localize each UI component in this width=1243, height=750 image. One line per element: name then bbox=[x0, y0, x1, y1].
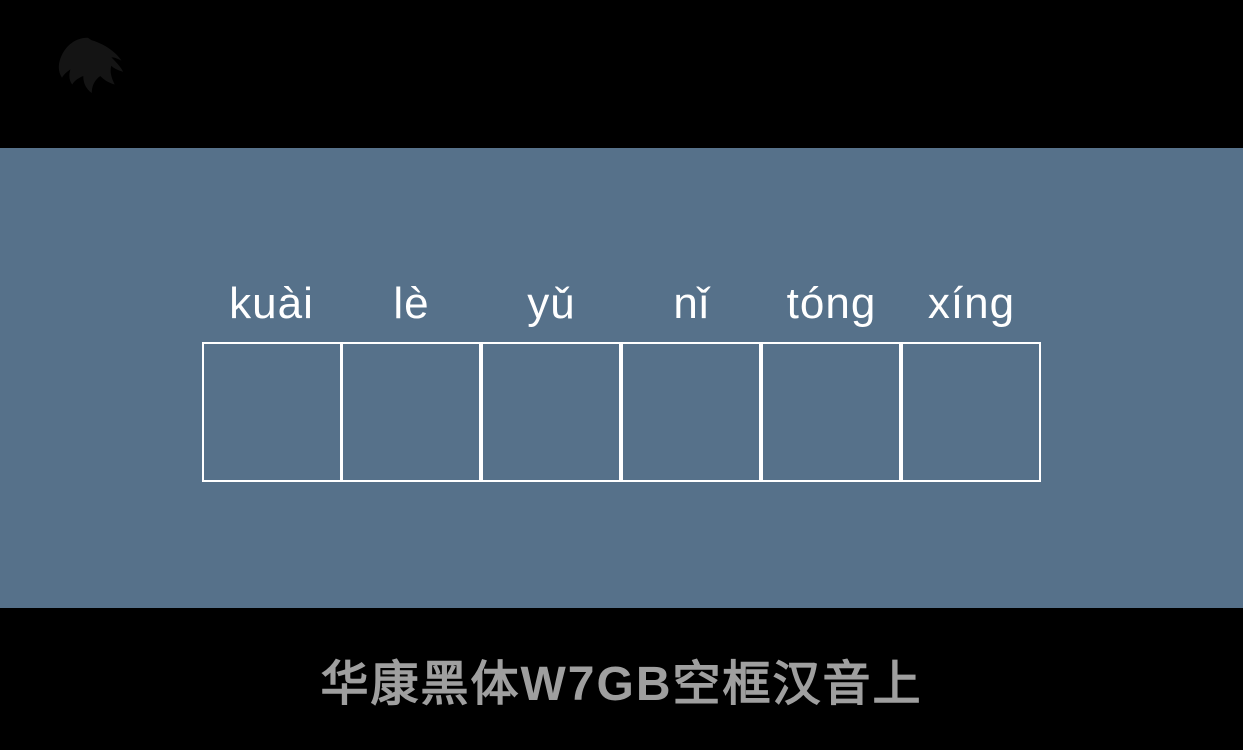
char-cell: kuài bbox=[202, 274, 342, 482]
bird-logo-icon bbox=[45, 25, 130, 110]
pinyin-label: tóng bbox=[787, 274, 877, 334]
char-box bbox=[481, 342, 621, 482]
char-cell: yǔ bbox=[482, 274, 622, 482]
font-name-label: 华康黑体W7GB空框汉音上 bbox=[320, 644, 922, 714]
char-cell: xíng bbox=[902, 274, 1042, 482]
footer: 华康黑体W7GB空框汉音上 bbox=[0, 608, 1243, 750]
char-box bbox=[621, 342, 761, 482]
char-box bbox=[341, 342, 481, 482]
char-box bbox=[901, 342, 1041, 482]
char-cell: nǐ bbox=[622, 274, 762, 482]
characters-row: kuài lè yǔ nǐ tóng xíng bbox=[202, 274, 1042, 482]
pinyin-label: yǔ bbox=[527, 274, 575, 334]
pinyin-label: lè bbox=[393, 274, 429, 334]
char-cell: lè bbox=[342, 274, 482, 482]
char-box bbox=[202, 342, 342, 482]
pinyin-label: nǐ bbox=[673, 274, 709, 334]
header bbox=[0, 0, 1243, 148]
pinyin-label: kuài bbox=[229, 274, 314, 334]
char-cell: tóng bbox=[762, 274, 902, 482]
pinyin-label: xíng bbox=[928, 274, 1015, 334]
char-box bbox=[761, 342, 901, 482]
font-preview-area: kuài lè yǔ nǐ tóng xíng bbox=[0, 148, 1243, 608]
